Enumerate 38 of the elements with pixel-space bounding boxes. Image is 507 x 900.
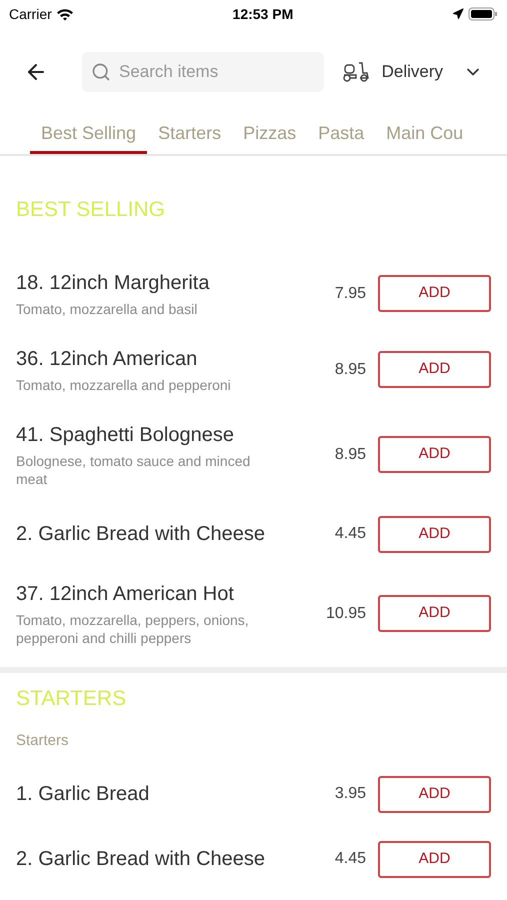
item-price: 8.95 <box>334 444 366 464</box>
add-button[interactable]: ADD <box>378 436 491 473</box>
section-title: BEST SELLING <box>15 197 166 223</box>
item-price: 3.95 <box>334 784 366 804</box>
wifi-icon <box>56 8 74 20</box>
add-button[interactable]: ADD <box>378 595 491 632</box>
item-name: 2. Garlic Bread with Cheese <box>16 522 266 547</box>
add-button[interactable]: ADD <box>378 776 491 812</box>
add-button[interactable]: ADD <box>378 840 491 878</box>
section-subtitle: Starters <box>15 731 70 751</box>
item-price: 10.95 <box>326 604 366 624</box>
battery-icon <box>468 7 498 21</box>
item-description: Tomato, mozzarella, peppers, onions, pepperoni and chilli peppers <box>16 610 250 646</box>
delivery-dropdown[interactable]: Delivery <box>342 59 483 85</box>
scooter-icon <box>342 61 370 83</box>
item-name: 36. 12inch American <box>16 346 198 372</box>
item-name: 1. Garlic Bread <box>16 782 150 807</box>
item-price: 8.95 <box>334 360 366 380</box>
item-name: 2. Garlic Bread with Cheese <box>16 847 266 872</box>
item-name: 37. 12inch American Hot <box>16 582 235 606</box>
location-icon <box>452 8 464 20</box>
add-button[interactable]: ADD <box>378 516 491 552</box>
item-name: 41. Spaghetti Bolognese <box>16 422 235 448</box>
add-button[interactable]: ADD <box>378 351 491 388</box>
item-price: 7.95 <box>334 284 366 304</box>
carrier-label: Carrier <box>9 4 52 24</box>
search-icon <box>91 62 111 82</box>
search-field[interactable]: Search items <box>119 59 299 85</box>
item-description: Tomato, mozzarella and pepperoni <box>16 376 232 394</box>
item-name: 18. 12inch Margherita <box>16 270 210 296</box>
section-title: STARTERS <box>15 686 128 712</box>
item-price: 4.45 <box>334 524 366 544</box>
search-bar[interactable]: Search items <box>82 52 324 92</box>
item-price: 4.45 <box>334 849 366 869</box>
item-description: Bolognese, tomato sauce and minced meat <box>16 452 252 488</box>
status-time: 12:53 PM <box>232 4 294 24</box>
add-button[interactable]: ADD <box>378 275 491 312</box>
item-description: Tomato, mozzarella and basil <box>16 300 198 318</box>
